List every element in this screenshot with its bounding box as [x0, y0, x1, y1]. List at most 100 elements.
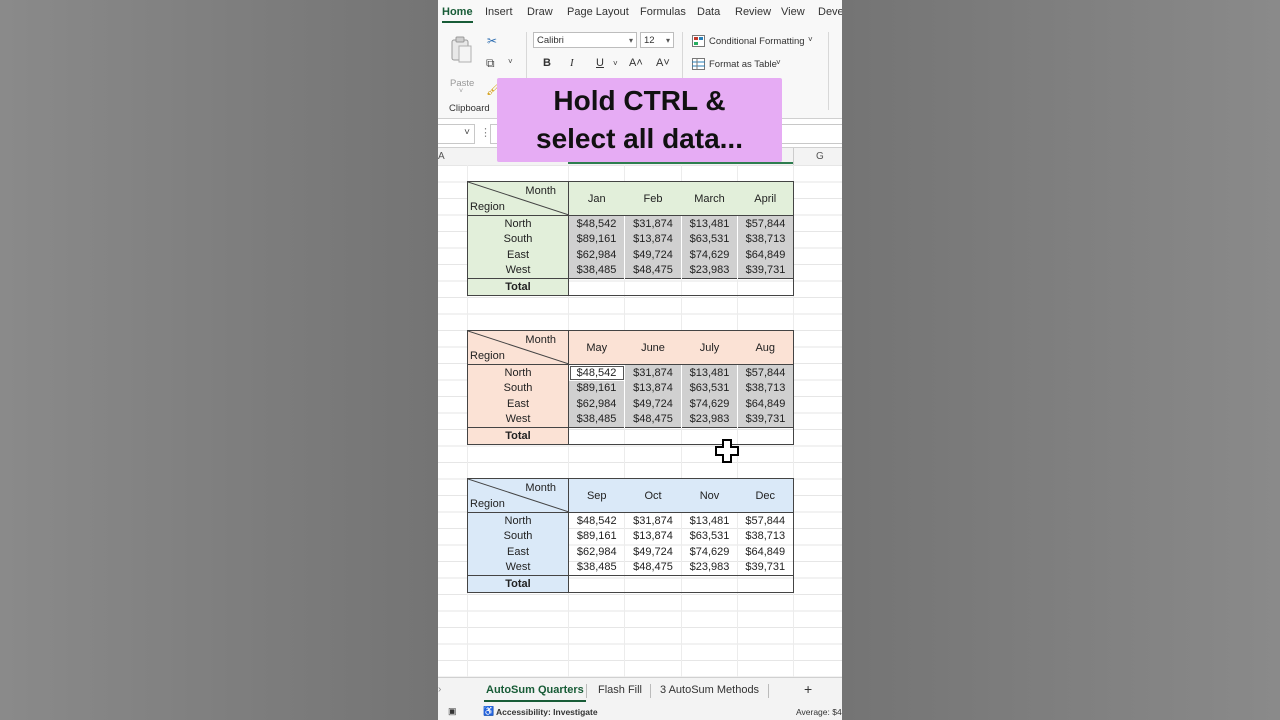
font-name-select[interactable]: Calibri ▾: [533, 32, 637, 48]
total-cell[interactable]: [737, 575, 794, 593]
region-cell[interactable]: East: [467, 544, 569, 560]
tab-page-layout[interactable]: Page Layout: [567, 6, 629, 18]
value-cell[interactable]: $64,849: [737, 247, 794, 263]
region-cell[interactable]: North: [467, 215, 569, 232]
value-cell[interactable]: $48,542: [568, 215, 625, 232]
region-cell[interactable]: North: [467, 364, 569, 381]
value-cell[interactable]: $62,984: [569, 544, 625, 560]
value-cell[interactable]: $89,161: [568, 231, 625, 247]
value-cell[interactable]: $49,724: [624, 396, 682, 412]
value-cell[interactable]: $57,844: [737, 512, 794, 529]
paste-button[interactable]: Paste ˅: [446, 34, 476, 95]
value-cell[interactable]: $13,481: [681, 364, 738, 381]
region-cell[interactable]: East: [467, 396, 569, 412]
tab-review[interactable]: Review: [735, 6, 771, 18]
value-cell[interactable]: $48,475: [625, 560, 682, 576]
italic-button[interactable]: I: [570, 57, 574, 69]
tab-home[interactable]: Home: [442, 6, 473, 23]
value-cell[interactable]: $38,485: [569, 560, 625, 576]
value-cell[interactable]: $63,531: [682, 529, 738, 545]
value-cell[interactable]: $57,844: [737, 215, 794, 232]
copy-icon[interactable]: ⧉: [486, 56, 495, 71]
value-cell[interactable]: $39,731: [737, 411, 794, 428]
value-cell[interactable]: $74,629: [681, 396, 738, 412]
shrink-font-button[interactable]: A˅: [656, 57, 670, 69]
active-cell[interactable]: $48,542: [568, 364, 625, 381]
value-cell[interactable]: $48,475: [624, 262, 682, 279]
value-cell[interactable]: $23,983: [682, 560, 738, 576]
tab-developer[interactable]: Deve: [818, 6, 842, 18]
add-sheet-button[interactable]: +: [804, 681, 812, 697]
month-header[interactable]: Jan: [568, 181, 625, 216]
accessibility-status[interactable]: Accessibility: Investigate: [496, 707, 598, 717]
header-corner-cell[interactable]: Month Region: [467, 181, 569, 216]
value-cell[interactable]: $38,713: [737, 380, 794, 396]
value-cell[interactable]: $49,724: [625, 544, 682, 560]
month-header[interactable]: Oct: [624, 478, 682, 513]
value-cell[interactable]: $48,542: [569, 513, 625, 529]
value-cell[interactable]: $31,874: [625, 513, 682, 529]
total-cell[interactable]: [737, 278, 794, 296]
month-header[interactable]: Aug: [737, 330, 794, 365]
value-cell[interactable]: $48,475: [624, 411, 682, 428]
value-cell[interactable]: $63,531: [681, 231, 738, 247]
total-cell[interactable]: [624, 575, 682, 593]
value-cell[interactable]: $64,849: [737, 396, 794, 412]
value-cell[interactable]: $62,984: [568, 396, 625, 412]
column-header-a[interactable]: A: [438, 151, 445, 162]
column-header-g[interactable]: G: [816, 151, 824, 162]
region-cell[interactable]: West: [467, 262, 569, 279]
value-cell[interactable]: $89,161: [569, 529, 625, 545]
month-header[interactable]: Feb: [624, 181, 682, 216]
sheet-tab-3-autosum-methods[interactable]: 3 AutoSum Methods: [660, 684, 759, 696]
month-header[interactable]: Nov: [681, 478, 738, 513]
name-box[interactable]: ˅: [438, 124, 475, 144]
value-cell[interactable]: $74,629: [681, 247, 738, 263]
region-cell[interactable]: West: [467, 559, 569, 576]
total-cell[interactable]: [568, 427, 625, 445]
value-cell[interactable]: $39,731: [737, 559, 794, 576]
region-cell[interactable]: South: [467, 380, 569, 396]
month-header[interactable]: June: [624, 330, 682, 365]
total-cell[interactable]: [568, 278, 625, 296]
tab-formulas[interactable]: Formulas: [640, 6, 686, 18]
sheet-scroll-left-icon[interactable]: ›: [438, 684, 441, 695]
format-as-table-button[interactable]: Format as Table ˅: [692, 57, 792, 73]
tab-insert[interactable]: Insert: [485, 6, 513, 18]
value-cell[interactable]: $38,713: [737, 528, 794, 544]
value-cell[interactable]: $13,874: [625, 529, 682, 545]
tab-data[interactable]: Data: [697, 6, 720, 18]
tab-view[interactable]: View: [781, 6, 805, 18]
region-cell[interactable]: West: [467, 411, 569, 428]
total-cell[interactable]: [624, 427, 682, 445]
header-corner-cell[interactable]: Month Region: [467, 330, 569, 365]
value-cell[interactable]: $23,983: [681, 411, 738, 428]
value-cell[interactable]: $62,984: [568, 247, 625, 263]
value-cell[interactable]: $23,983: [681, 262, 738, 279]
value-cell[interactable]: $31,874: [624, 364, 682, 381]
underline-button[interactable]: U: [596, 57, 604, 69]
total-cell[interactable]: [681, 575, 738, 593]
accessibility-icon[interactable]: ♿: [483, 706, 494, 717]
sheet-tab-flash-fill[interactable]: Flash Fill: [598, 684, 642, 696]
header-corner-cell[interactable]: Month Region: [467, 478, 569, 513]
month-header[interactable]: Sep: [568, 478, 625, 513]
region-cell[interactable]: South: [467, 231, 569, 247]
value-cell[interactable]: $13,874: [624, 380, 682, 396]
value-cell[interactable]: $13,481: [681, 215, 738, 232]
value-cell[interactable]: $63,531: [681, 380, 738, 396]
region-cell[interactable]: South: [467, 528, 569, 544]
value-cell[interactable]: $38,713: [737, 231, 794, 247]
value-cell[interactable]: $49,724: [624, 247, 682, 263]
value-cell[interactable]: $13,481: [682, 513, 738, 529]
total-label[interactable]: Total: [467, 278, 569, 296]
value-cell[interactable]: $38,485: [568, 411, 625, 428]
month-header[interactable]: May: [568, 330, 625, 365]
sheet-tab-autosum-quarters[interactable]: AutoSum Quarters: [484, 684, 586, 702]
total-label[interactable]: Total: [467, 575, 569, 593]
region-cell[interactable]: East: [467, 247, 569, 263]
copy-dropdown-icon[interactable]: ˅: [508, 57, 513, 66]
total-cell[interactable]: [737, 427, 794, 445]
cut-icon[interactable]: ✂: [487, 34, 497, 48]
total-cell[interactable]: [568, 575, 625, 593]
